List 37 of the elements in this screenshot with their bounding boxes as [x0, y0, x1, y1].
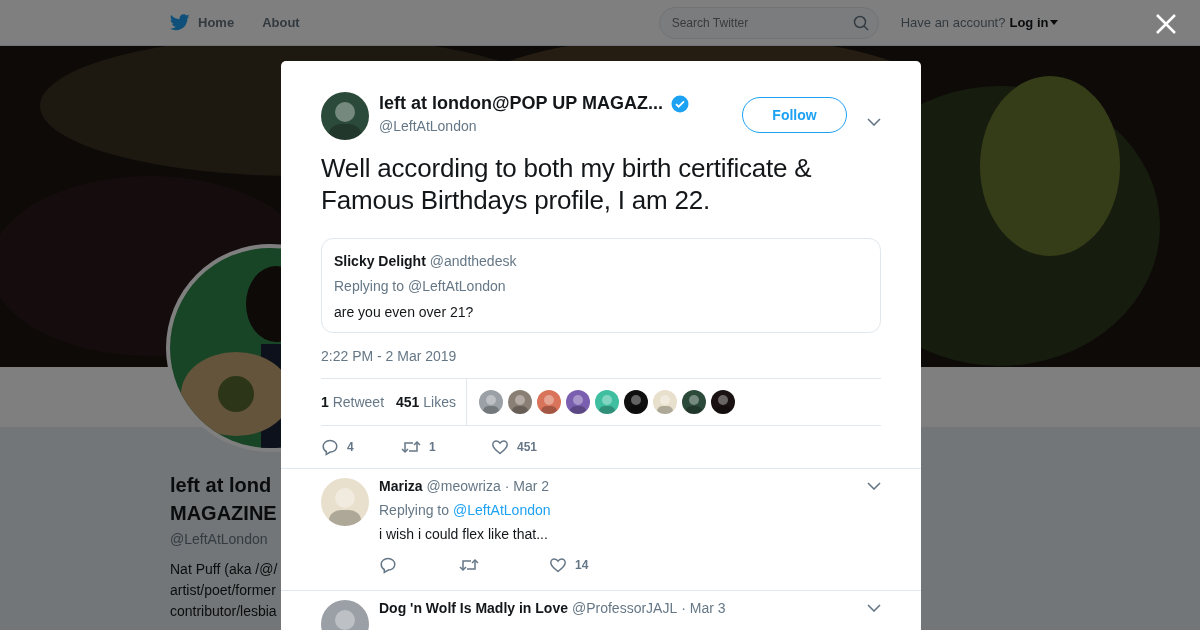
reply-icon[interactable]	[321, 438, 339, 456]
profile-bio: Nat Puff (aka /@/	[170, 560, 279, 579]
close-icon[interactable]	[1155, 13, 1177, 35]
profile-bio: artist/poet/former	[170, 581, 277, 600]
chevron-down-icon[interactable]	[867, 482, 881, 490]
retweet-icon[interactable]	[401, 438, 421, 456]
reply-text: i wish i could flex like that...	[379, 526, 549, 542]
reply-author-handle[interactable]: @meowriza	[426, 478, 501, 494]
mention-link[interactable]: @LeftAtLondon	[453, 502, 551, 518]
search-icon[interactable]	[852, 14, 869, 31]
nav-link[interactable]: About	[262, 15, 300, 30]
profile-name: left at lond	[170, 473, 273, 498]
caret-icon[interactable]	[1050, 20, 1059, 25]
stat-count[interactable]: 1 Retweet	[321, 394, 385, 410]
reply-date[interactable]: · Mar 2	[504, 478, 550, 494]
profile-name: MAGAZINE	[170, 501, 278, 526]
replying-label: Replying to	[379, 502, 450, 518]
profile-handle: @LeftAtLondon	[170, 531, 269, 547]
account-prompt: Have an account?	[900, 15, 1006, 30]
retweet-count: 1	[429, 440, 436, 454]
reply-count: 4	[347, 440, 354, 454]
nav-link[interactable]: Home	[198, 15, 235, 30]
reply-date[interactable]: · Mar 3	[681, 600, 726, 616]
chevron-down-icon[interactable]	[867, 604, 881, 612]
like-count: 14	[575, 558, 589, 572]
login-link[interactable]: Log in	[1009, 15, 1059, 30]
stat-count[interactable]: 451 Likes	[396, 394, 456, 410]
reply-author-name[interactable]: Mariza	[379, 478, 423, 494]
retweet-icon[interactable]	[459, 556, 479, 574]
profile-bio: contributor/lesbia	[170, 602, 278, 621]
reply-author-name[interactable]: Dog 'n Wolf Is Madly in Love	[379, 600, 568, 616]
reply-author-handle[interactable]: @ProfessorJAJL	[571, 600, 678, 616]
heart-icon[interactable]	[549, 556, 567, 574]
reply-icon[interactable]	[379, 556, 397, 574]
like-count: 451	[517, 440, 538, 454]
heart-icon[interactable]	[491, 438, 509, 456]
search-field[interactable]: Search Twitter	[658, 6, 879, 39]
